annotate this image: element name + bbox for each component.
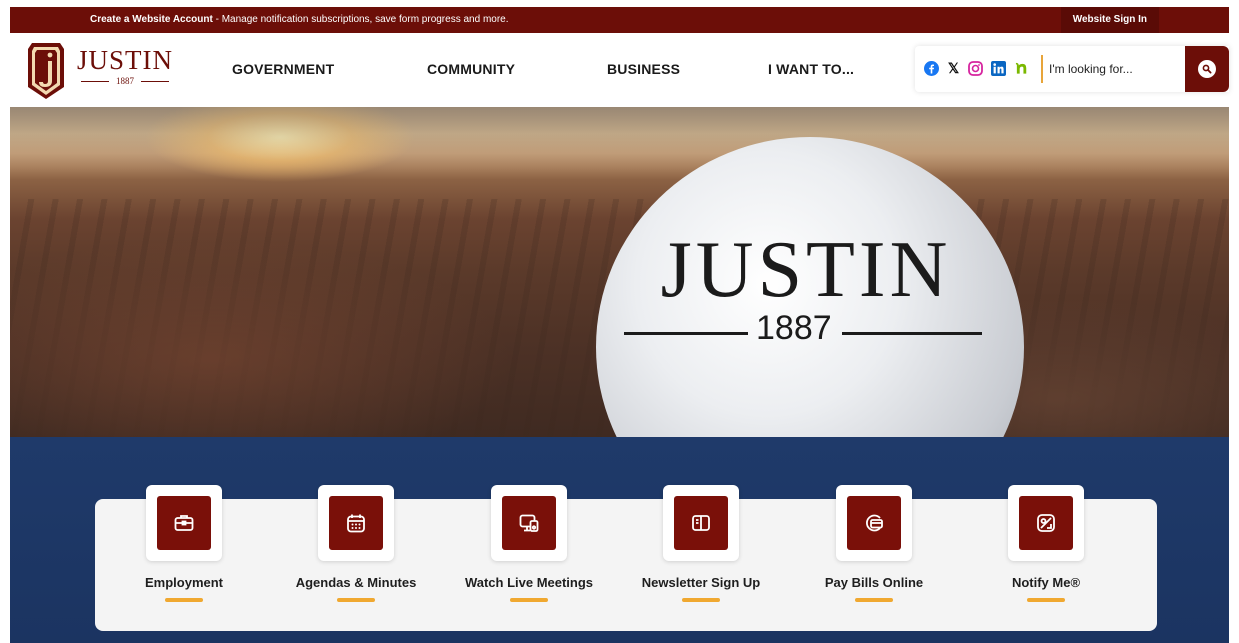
search-divider xyxy=(1041,55,1043,83)
nextdoor-icon[interactable] xyxy=(1015,61,1030,76)
quick-link-label: Agendas & Minutes xyxy=(295,575,417,590)
hero-sky xyxy=(10,107,1229,167)
quick-link-label: Employment xyxy=(144,575,223,590)
sign-in-button[interactable]: Website Sign In xyxy=(1060,7,1159,33)
quick-link-underline xyxy=(682,598,720,602)
nav-government[interactable]: GOVERNMENT xyxy=(232,61,334,77)
quick-link-label: Watch Live Meetings xyxy=(464,575,594,590)
quick-link-tile[interactable] xyxy=(663,485,739,561)
briefcase-icon xyxy=(157,496,211,550)
card-payment-icon xyxy=(847,496,901,550)
quick-link-newsletter-sign-up[interactable]: Newsletter Sign Up xyxy=(626,485,776,602)
quick-links-panel: Employment Agendas & Minutes Watch Live … xyxy=(95,485,1157,631)
facebook-icon[interactable] xyxy=(924,61,939,76)
instagram-icon[interactable] xyxy=(968,61,983,76)
quick-link-employment[interactable]: Employment xyxy=(109,485,259,602)
water-tower-name: JUSTIN xyxy=(660,226,952,314)
search-area: 𝕏 xyxy=(915,46,1229,92)
quick-link-pay-bills-online[interactable]: Pay Bills Online xyxy=(799,485,949,602)
search-button[interactable] xyxy=(1185,46,1229,92)
quick-links-section: Employment Agendas & Minutes Watch Live … xyxy=(10,437,1229,643)
calendar-icon xyxy=(329,496,383,550)
monitor-icon xyxy=(502,496,556,550)
quick-link-label: Pay Bills Online xyxy=(824,575,924,590)
water-tower-line-right xyxy=(842,332,982,335)
nav-community[interactable]: COMMUNITY xyxy=(427,61,515,77)
x-twitter-icon[interactable]: 𝕏 xyxy=(946,60,961,76)
quick-link-label: Newsletter Sign Up xyxy=(641,575,761,590)
account-message-text: - Manage notification subscriptions, sav… xyxy=(212,14,509,25)
quick-link-underline xyxy=(1027,598,1065,602)
quick-link-tile[interactable] xyxy=(491,485,567,561)
quick-link-underline xyxy=(337,598,375,602)
account-message: Create a Website Account - Manage notifi… xyxy=(90,14,509,25)
quick-link-tile[interactable] xyxy=(1008,485,1084,561)
water-tower-line-left xyxy=(624,332,748,335)
quick-link-watch-live-meetings[interactable]: Watch Live Meetings xyxy=(454,485,604,602)
notification-bar: Create a Website Account - Manage notifi… xyxy=(10,7,1229,33)
quick-link-underline xyxy=(855,598,893,602)
notify-icon xyxy=(1019,496,1073,550)
quick-link-underline xyxy=(510,598,548,602)
water-tower-year: 1887 xyxy=(756,309,832,347)
open-book-icon xyxy=(674,496,728,550)
hero-image: JUSTIN 1887 xyxy=(10,107,1229,437)
create-account-link[interactable]: Create a Website Account xyxy=(90,14,213,25)
quick-link-label: Notify Me® xyxy=(1011,575,1081,590)
linkedin-icon[interactable] xyxy=(991,61,1006,76)
quick-link-notify-me[interactable]: Notify Me® xyxy=(971,485,1121,602)
city-logo-text[interactable]: JUSTIN 1887 xyxy=(77,45,174,87)
quick-link-underline xyxy=(165,598,203,602)
water-tower: JUSTIN 1887 xyxy=(596,137,1024,437)
logo-year: 1887 xyxy=(77,76,173,86)
quick-link-tile[interactable] xyxy=(146,485,222,561)
search-icon xyxy=(1198,60,1216,78)
quick-link-agendas-minutes[interactable]: Agendas & Minutes xyxy=(281,485,431,602)
nav-i-want-to[interactable]: I WANT TO... xyxy=(768,61,854,77)
quick-link-tile[interactable] xyxy=(318,485,394,561)
logo-name: JUSTIN xyxy=(77,45,174,75)
quick-link-tile[interactable] xyxy=(836,485,912,561)
site-header: JUSTIN 1887 GOVERNMENT COMMUNITY BUSINES… xyxy=(10,33,1229,107)
city-logo-badge[interactable] xyxy=(24,39,68,101)
nav-business[interactable]: BUSINESS xyxy=(607,61,680,77)
search-input[interactable] xyxy=(1049,57,1181,81)
